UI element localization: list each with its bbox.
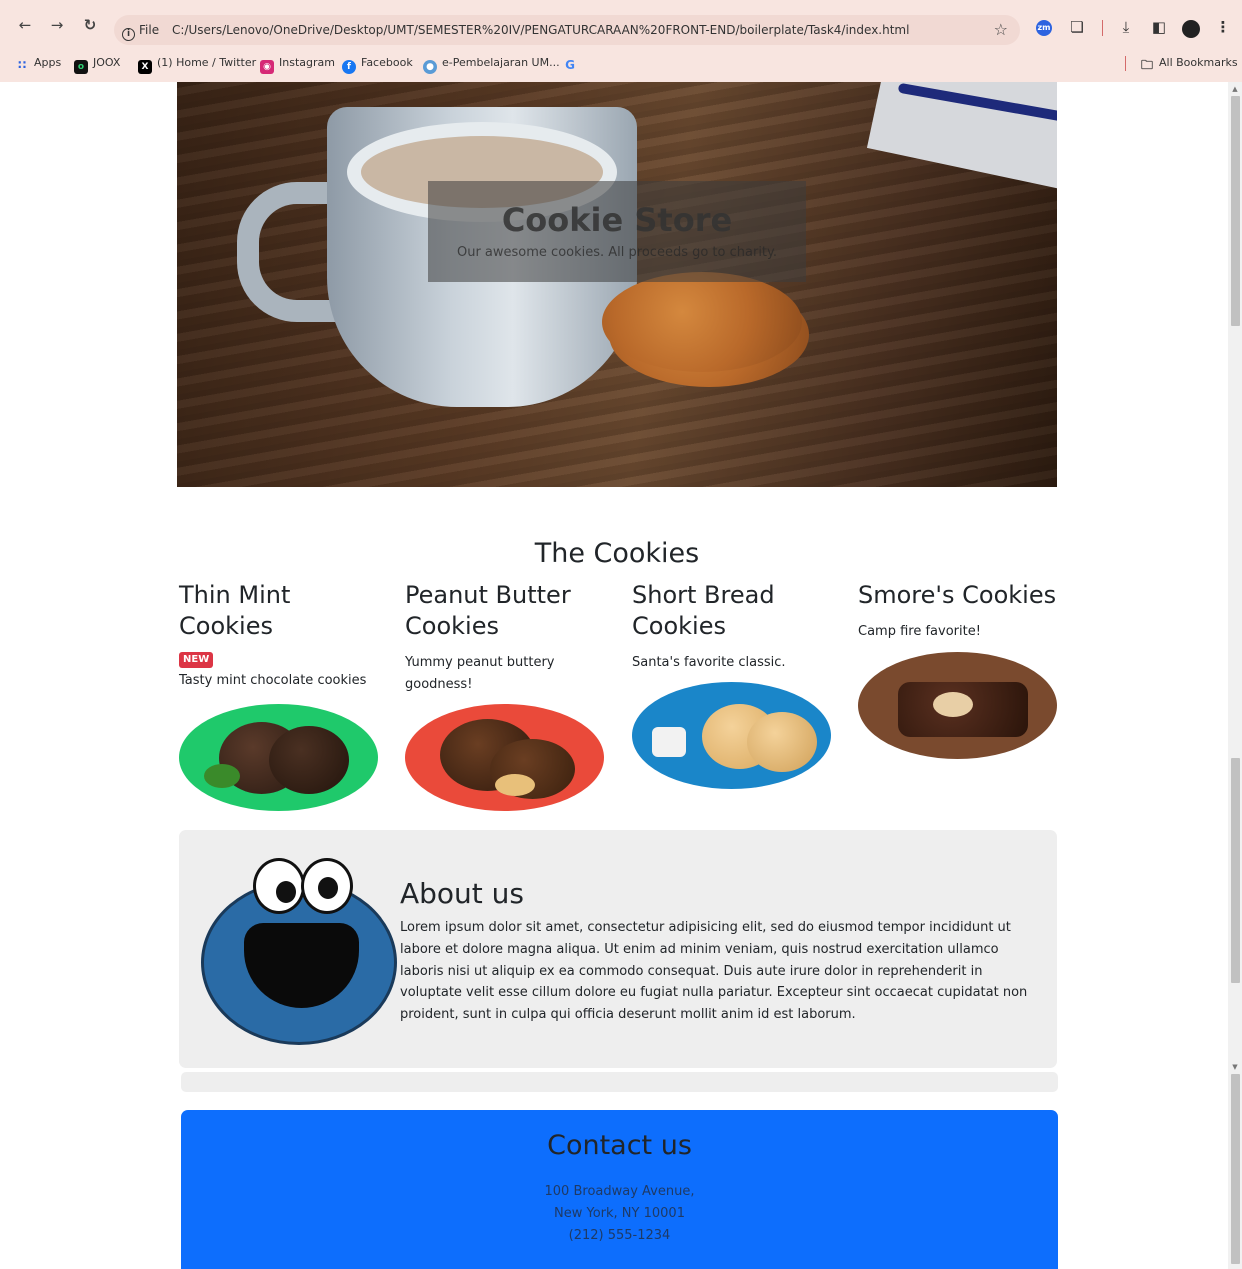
joox-icon: o: [74, 60, 88, 74]
bookmark-joox[interactable]: o JOOX: [74, 52, 120, 74]
forward-arrow-icon[interactable]: →: [48, 16, 66, 34]
side-panel-icon[interactable]: ◧: [1150, 18, 1168, 36]
thin-mint-image: [179, 704, 378, 811]
facebook-icon: f: [342, 60, 356, 74]
about-title: About us: [400, 877, 525, 910]
hero-image: [177, 82, 1057, 487]
contact-address-line1: 100 Broadway Avenue,: [544, 1184, 695, 1199]
cookie-card-desc: Tasty mint chocolate cookies: [179, 673, 367, 688]
bookmark-facebook[interactable]: f Facebook: [342, 52, 413, 74]
about-section: About us Lorem ipsum dolor sit amet, con…: [179, 830, 1057, 1068]
cookie-card-peanut-butter: Peanut Butter Cookies Yummy peanut butte…: [405, 580, 605, 696]
cookie-card-thin-mint: Thin Mint Cookies NEW Tasty mint chocola…: [179, 580, 379, 692]
hero-subtitle: Our awesome cookies. All proceeds go to …: [456, 245, 777, 260]
smores-image: [858, 652, 1057, 759]
cookie-card-desc: Camp fire favorite!: [858, 624, 981, 639]
hero-cookie-front: [602, 272, 802, 372]
cookie-card-title: Short Bread Cookies: [632, 581, 775, 640]
globe-search-icon: ●: [423, 60, 437, 74]
scrollbar-thumb-outer[interactable]: [1231, 1074, 1240, 1264]
cookie-card-title: Smore's Cookies: [858, 581, 1057, 609]
info-icon: i: [122, 28, 135, 41]
all-bookmarks[interactable]: 🗀 All Bookmarks: [1140, 52, 1238, 74]
instagram-icon: ◉: [260, 60, 274, 74]
contact-address-line2: New York, NY 10001: [554, 1206, 685, 1221]
hero-title: Cookie Store: [501, 201, 733, 239]
cookie-card-title: Peanut Butter Cookies: [405, 581, 571, 640]
download-icon[interactable]: ⤓: [1117, 18, 1135, 36]
contact-title: Contact us: [547, 1130, 692, 1161]
cookie-card-smores: Smore's Cookies Camp fire favorite!: [858, 580, 1058, 643]
site-info-chip[interactable]: i File: [122, 21, 160, 41]
page-scrollbar[interactable]: ▲ ▼: [1228, 82, 1242, 1269]
page-viewport: Cookie Store Our awesome cookies. All pr…: [0, 82, 1228, 1269]
about-text: Lorem ipsum dolor sit amet, consectetur …: [400, 920, 1028, 1023]
zoom-extension-icon[interactable]: zm: [1036, 20, 1052, 36]
back-arrow-icon[interactable]: ←: [16, 16, 34, 34]
x-twitter-icon: X: [138, 60, 152, 74]
profile-avatar-icon[interactable]: [1182, 20, 1200, 38]
apps-grid-icon: ∷: [17, 58, 27, 72]
scrollbar-thumb-secondary[interactable]: [1231, 758, 1240, 983]
url-text[interactable]: C:/Users/Lenovo/OneDrive/Desktop/UMT/SEM…: [172, 21, 992, 39]
bookmark-twitter[interactable]: X (1) Home / Twitter: [138, 52, 256, 74]
cookie-card-desc: Yummy peanut buttery goodness!: [405, 655, 555, 692]
bookmark-star-icon[interactable]: ☆: [994, 20, 1008, 39]
contact-section: Contact us 100 Broadway Avenue, New York…: [181, 1110, 1058, 1269]
cookie-monster-icon: [201, 880, 397, 1045]
folder-icon: 🗀: [1140, 58, 1153, 72]
reload-icon[interactable]: ↻: [81, 16, 99, 34]
google-icon: G: [565, 58, 575, 72]
peanut-butter-image: [405, 704, 604, 811]
address-bar[interactable]: i File C:/Users/Lenovo/OneDrive/Desktop/U…: [114, 15, 1020, 45]
bookmarks-bar: ∷ Apps o JOOX X (1) Home / Twitter ◉ Instagr…: [0, 52, 1242, 74]
bookmark-apps[interactable]: ∷ Apps: [15, 52, 61, 74]
scrollbar-thumb[interactable]: [1231, 96, 1240, 326]
contact-phone: (212) 555-1234: [568, 1228, 671, 1243]
hero-caption: Cookie Store Our awesome cookies. All pr…: [428, 181, 806, 282]
browser-chrome: ← → ↻ i File C:/Users/Lenovo/OneDrive/Des…: [0, 0, 1242, 82]
monster-eye-left: [253, 858, 305, 914]
bookmark-instagram[interactable]: ◉ Instagram: [260, 52, 335, 74]
toolbar-separator: [1102, 20, 1103, 36]
menu-kebab-icon[interactable]: ⋮: [1214, 18, 1232, 36]
scroll-down-arrow-icon[interactable]: ▼: [1231, 1064, 1239, 1071]
cookie-card-desc: Santa's favorite classic.: [632, 655, 786, 670]
cookies-section-title: The Cookies: [534, 538, 700, 569]
short-bread-image: [632, 682, 831, 789]
bookmark-epembelajaran[interactable]: ● e-Pembelajaran UM...: [423, 52, 560, 74]
new-badge: NEW: [179, 652, 214, 668]
about-divider: [181, 1072, 1058, 1092]
bookmarks-separator: [1125, 56, 1126, 71]
extensions-puzzle-icon[interactable]: ❏: [1068, 18, 1086, 36]
cookie-card-title: Thin Mint Cookies: [179, 581, 291, 640]
scroll-up-arrow-icon[interactable]: ▲: [1231, 86, 1239, 93]
cookie-card-short-bread: Short Bread Cookies Santa's favorite cla…: [632, 580, 832, 674]
bookmark-google[interactable]: G: [563, 52, 582, 74]
file-label: File: [139, 23, 160, 37]
browser-toolbar: ← → ↻ i File C:/Users/Lenovo/OneDrive/Des…: [0, 0, 1242, 46]
monster-eye-right: [301, 858, 353, 914]
